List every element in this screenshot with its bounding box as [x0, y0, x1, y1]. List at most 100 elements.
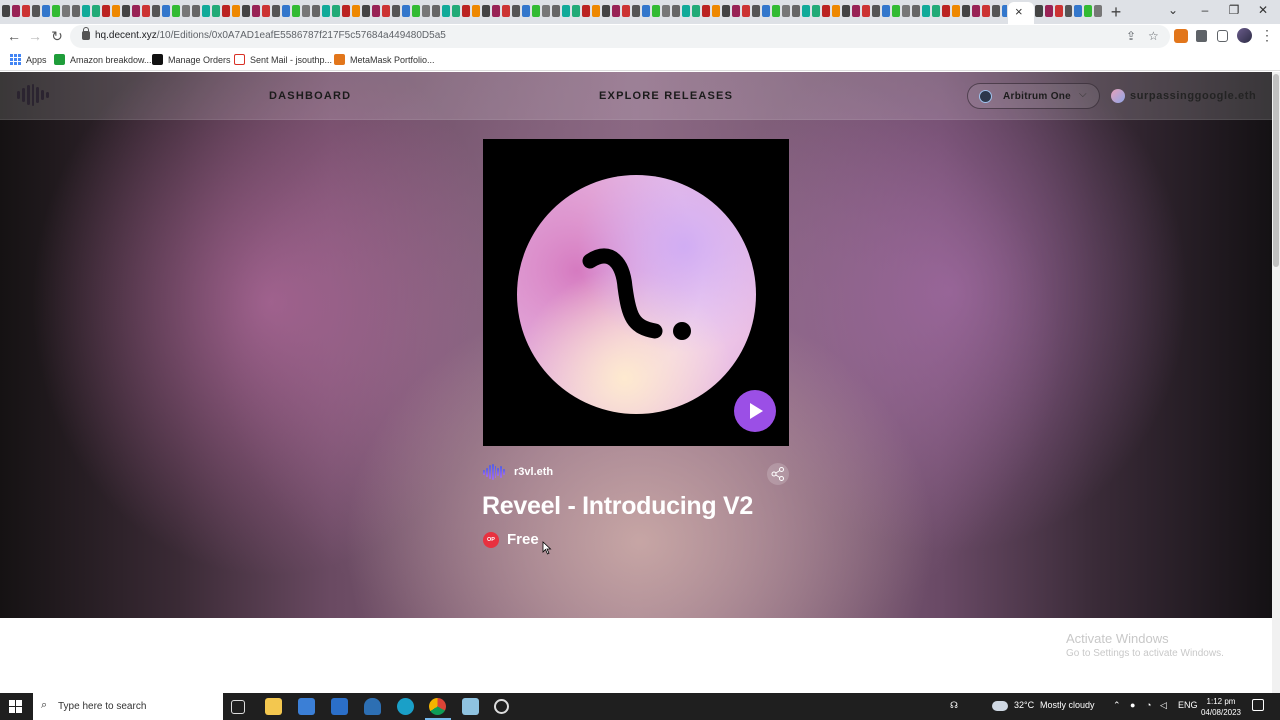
bookmark-metamask-portfolio[interactable]: MetaMask Portfolio...	[334, 54, 435, 65]
edge-icon[interactable]	[397, 698, 414, 715]
tab-favicon-icon[interactable]	[262, 5, 270, 17]
tab-favicon-icon[interactable]	[92, 5, 100, 17]
people-icon[interactable]: ☊	[950, 700, 958, 711]
tab-favicon-icon[interactable]	[42, 5, 50, 17]
mail-icon[interactable]	[331, 698, 348, 715]
chrome-icon[interactable]	[429, 698, 446, 715]
back-icon[interactable]: ←	[6, 28, 22, 44]
reload-icon[interactable]: ↻	[49, 28, 65, 45]
tab-favicon-icon[interactable]	[222, 5, 230, 17]
forward-icon[interactable]: →	[27, 28, 43, 44]
tab-favicon-icon[interactable]	[282, 5, 290, 17]
tab-favicon-icon[interactable]	[372, 5, 380, 17]
side-panel-icon[interactable]	[1217, 30, 1228, 42]
tab-favicon-icon[interactable]	[792, 5, 800, 17]
tab-favicon-icon[interactable]	[942, 5, 950, 17]
tab-favicon-icon[interactable]	[522, 5, 530, 17]
network-selector[interactable]: Arbitrum One ⌵	[967, 83, 1100, 109]
bookmark-manage-orders[interactable]: Manage Orders	[152, 54, 231, 65]
tab-favicon-icon[interactable]	[682, 5, 690, 17]
tab-favicon-icon[interactable]	[652, 5, 660, 17]
tab-favicon-icon[interactable]	[992, 5, 1000, 17]
tab-favicon-icon[interactable]	[962, 5, 970, 17]
tab-favicon-icon[interactable]	[932, 5, 940, 17]
tab-favicon-icon[interactable]	[1054, 5, 1063, 17]
tab-favicon-icon[interactable]	[72, 5, 80, 17]
tab-favicon-icon[interactable]	[352, 5, 360, 17]
close-window-button[interactable]: ✕	[1253, 3, 1273, 17]
menu-kebab-icon[interactable]: ⋮	[1260, 27, 1274, 44]
tab-favicon-icon[interactable]	[312, 5, 320, 17]
bookmark-apps[interactable]: Apps	[10, 54, 47, 65]
tab-favicon-icon[interactable]	[812, 5, 820, 17]
release-artwork[interactable]	[483, 139, 789, 446]
tab-favicon-icon[interactable]	[922, 5, 930, 17]
scrollbar-thumb[interactable]	[1273, 74, 1279, 267]
tab-favicon-icon[interactable]	[882, 5, 890, 17]
share-button[interactable]	[767, 463, 789, 485]
close-tab-icon[interactable]: ×	[1015, 4, 1023, 19]
creator-info[interactable]: r3vl.eth	[483, 464, 553, 480]
taskbar-search-box[interactable]: ⌕ Type here to search	[33, 693, 223, 720]
weather-cloud-icon[interactable]	[992, 701, 1008, 711]
tab-favicon-icon[interactable]	[972, 5, 980, 17]
tab-favicon-icon[interactable]	[642, 5, 650, 17]
tab-favicon-icon[interactable]	[452, 5, 460, 17]
decent-logo-icon[interactable]	[17, 84, 50, 106]
tab-favicon-icon[interactable]	[892, 5, 900, 17]
nav-explore-releases-link[interactable]: EXPLORE RELEASES	[599, 90, 733, 102]
tab-favicon-icon[interactable]	[392, 5, 400, 17]
tab-favicon-icon[interactable]	[252, 5, 260, 17]
chevron-up-icon[interactable]: ⌃	[1113, 700, 1121, 711]
tab-favicon-icon[interactable]	[332, 5, 340, 17]
taskbar-clock[interactable]: 1:12 pm 04/08/2023	[1199, 696, 1243, 718]
tab-favicon-icon[interactable]	[822, 5, 830, 17]
tab-favicon-icon[interactable]	[532, 5, 540, 17]
tab-favicon-icon[interactable]	[472, 5, 480, 17]
defender-shield-icon[interactable]	[364, 698, 381, 715]
address-bar[interactable]: hq.decent.xyz/10/Editions/0x0A7AD1eafE55…	[70, 25, 1170, 48]
tab-favicon-icon[interactable]	[142, 5, 150, 17]
tab-favicon-icon[interactable]	[382, 5, 390, 17]
tab-favicon-icon[interactable]	[172, 5, 180, 17]
tab-favicon-icon[interactable]	[272, 5, 280, 17]
tab-favicon-icon[interactable]	[1084, 5, 1093, 17]
bookmark-sent-mail[interactable]: Sent Mail - jsouthp...	[234, 54, 332, 65]
tab-favicon-icon[interactable]	[982, 5, 990, 17]
tab-favicon-icon[interactable]	[832, 5, 840, 17]
tab-favicon-icon[interactable]	[82, 5, 90, 17]
tab-favicon-icon[interactable]	[852, 5, 860, 17]
tab-favicon-icon[interactable]	[302, 5, 310, 17]
tab-favicon-icon[interactable]	[1064, 5, 1073, 17]
tab-favicon-icon[interactable]	[842, 5, 850, 17]
share-page-icon[interactable]: ⇪	[1126, 29, 1136, 43]
tab-favicon-icon[interactable]	[432, 5, 440, 17]
tab-favicon-icon[interactable]	[342, 5, 350, 17]
tab-favicon-icon[interactable]	[292, 5, 300, 17]
tab-favicon-icon[interactable]	[512, 5, 520, 17]
minimize-button[interactable]: –	[1195, 3, 1215, 17]
tab-favicon-icon[interactable]	[22, 5, 30, 17]
tab-search-icon[interactable]: ⌄	[1163, 3, 1183, 17]
tab-favicon-icon[interactable]	[182, 5, 190, 17]
tab-favicon-icon[interactable]	[322, 5, 330, 17]
tab-favicon-icon[interactable]	[622, 5, 630, 17]
file-explorer-icon[interactable]	[265, 698, 282, 715]
tab-favicon-icon[interactable]	[442, 5, 450, 17]
tab-favicon-icon[interactable]	[32, 5, 40, 17]
tab-favicon-icon[interactable]	[692, 5, 700, 17]
microphone-icon[interactable]: ●	[1130, 700, 1135, 710]
page-scrollbar[interactable]	[1272, 72, 1280, 693]
screen-recorder-icon[interactable]	[494, 699, 509, 714]
tab-favicon-icon[interactable]	[192, 5, 200, 17]
tab-favicons-right[interactable]	[1035, 5, 1103, 19]
tab-favicon-icon[interactable]	[52, 5, 60, 17]
tab-favicon-icon[interactable]	[412, 5, 420, 17]
bookmark-star-icon[interactable]: ☆	[1148, 29, 1159, 43]
tab-favicon-icon[interactable]	[212, 5, 220, 17]
notepad-icon[interactable]	[462, 698, 479, 715]
url-text[interactable]: hq.decent.xyz/10/Editions/0x0A7AD1eafE55…	[95, 30, 446, 41]
tab-favicon-icon[interactable]	[752, 5, 760, 17]
tab-favicon-icon[interactable]	[112, 5, 120, 17]
tab-favicon-icon[interactable]	[902, 5, 910, 17]
